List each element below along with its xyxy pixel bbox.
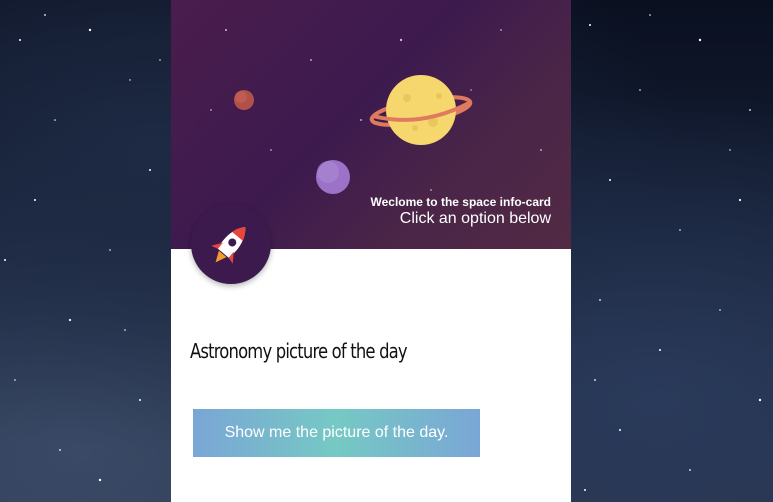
section-title: Astronomy picture of the day	[190, 339, 408, 363]
rocket-icon	[211, 227, 246, 264]
info-card: Weclome to the space info-card Click an …	[171, 0, 571, 502]
avatar	[191, 204, 271, 284]
subtitle-text: Click an option below	[399, 210, 551, 227]
show-picture-button[interactable]: Show me the picture of the day.	[193, 409, 480, 457]
ringed-planet-icon	[369, 75, 473, 145]
welcome-text: Weclome to the space info-card	[370, 195, 552, 209]
small-red-planet-icon	[234, 90, 254, 110]
purple-planet-icon	[316, 160, 350, 194]
